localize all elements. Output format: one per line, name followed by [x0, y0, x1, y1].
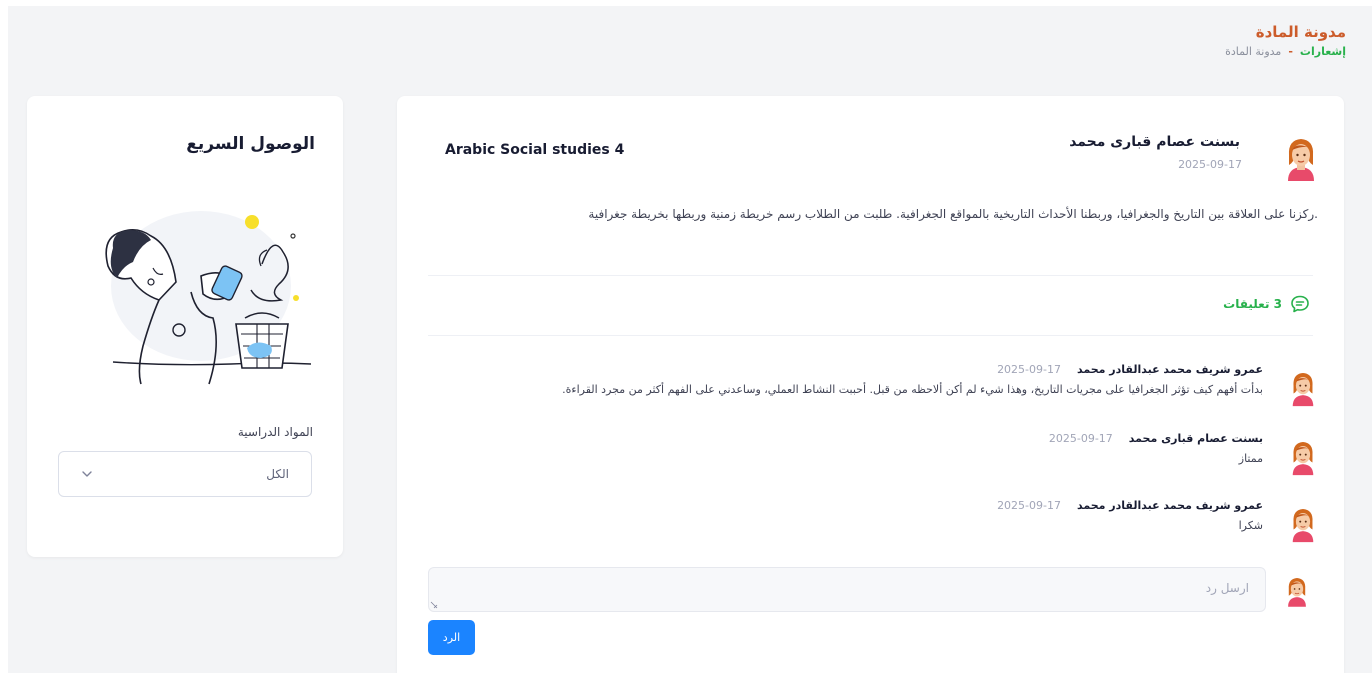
divider: [428, 275, 1313, 276]
post-text: .ركزنا على العلاقة بين التاريخ والجغرافي…: [588, 207, 1318, 221]
comment-text: شكرا: [1238, 519, 1263, 532]
comments-toggle[interactable]: 3 تعليقات: [1223, 294, 1310, 314]
comment-text: ممتاز: [1238, 452, 1263, 465]
comment-item: عمرو شريف محمد عبدالقادر محمد 2025-09-17…: [428, 363, 1318, 413]
post-card: بسنت عصام قبارى محمد 2025-09-17 Arabic S…: [397, 96, 1344, 673]
commenter-name[interactable]: عمرو شريف محمد عبدالقادر محمد: [1077, 363, 1263, 376]
comment-item: بسنت عصام قبارى محمد 2025-09-17 ممتاز: [428, 432, 1318, 482]
author-name[interactable]: بسنت عصام قبارى محمد: [1069, 134, 1240, 150]
student-illustration: [105, 211, 312, 385]
comment-item: عمرو شريف محمد عبدالقادر محمد 2025-09-17…: [428, 499, 1318, 549]
divider: [428, 335, 1313, 336]
commenter-avatar: [1292, 509, 1314, 543]
commenter-name[interactable]: بسنت عصام قبارى محمد: [1129, 432, 1263, 445]
chevron-down-icon: [82, 471, 92, 477]
reply-input[interactable]: [428, 567, 1266, 612]
breadcrumb-notifications[interactable]: إشعارات: [1300, 45, 1346, 59]
comment-date: 2025-09-17: [1048, 432, 1113, 445]
comment-date: 2025-09-17: [997, 499, 1061, 512]
subjects-select[interactable]: الكل: [58, 451, 312, 497]
comment-icon: [1291, 295, 1309, 313]
resize-grip-icon[interactable]: [430, 601, 438, 609]
subject-name: Arabic Social studies 4: [445, 142, 625, 158]
page-title: مدونة المادة: [1255, 23, 1346, 41]
subjects-label: المواد الدراسية: [237, 425, 313, 439]
breadcrumb-current: مدونة المادة: [1225, 45, 1282, 58]
breadcrumb-separator: -: [1288, 45, 1293, 58]
reply-button[interactable]: الرد: [428, 620, 475, 655]
breadcrumb: إشعارات - مدونة المادة: [1225, 45, 1346, 59]
quick-access-card: الوصول السريع المواد الدراسية الكل: [27, 96, 343, 557]
quick-access-title: الوصول السريع: [186, 134, 315, 154]
commenter-avatar: [1292, 442, 1314, 476]
comment-date: 2025-09-17: [997, 363, 1061, 376]
commenter-name[interactable]: عمرو شريف محمد عبدالقادر محمد: [1077, 499, 1263, 512]
subjects-select-value: الكل: [266, 467, 289, 481]
comments-count-label: 3 تعليقات: [1223, 297, 1282, 311]
post-date: 2025-09-17: [1178, 158, 1242, 171]
commenter-avatar: [1292, 373, 1314, 407]
author-avatar: [1288, 139, 1314, 181]
comment-text: بدأت أفهم كيف تؤثر الجغرافيا على مجريات …: [562, 383, 1263, 396]
current-user-avatar: [1288, 578, 1306, 607]
page-header: مدونة المادة إشعارات - مدونة المادة: [1225, 22, 1346, 59]
